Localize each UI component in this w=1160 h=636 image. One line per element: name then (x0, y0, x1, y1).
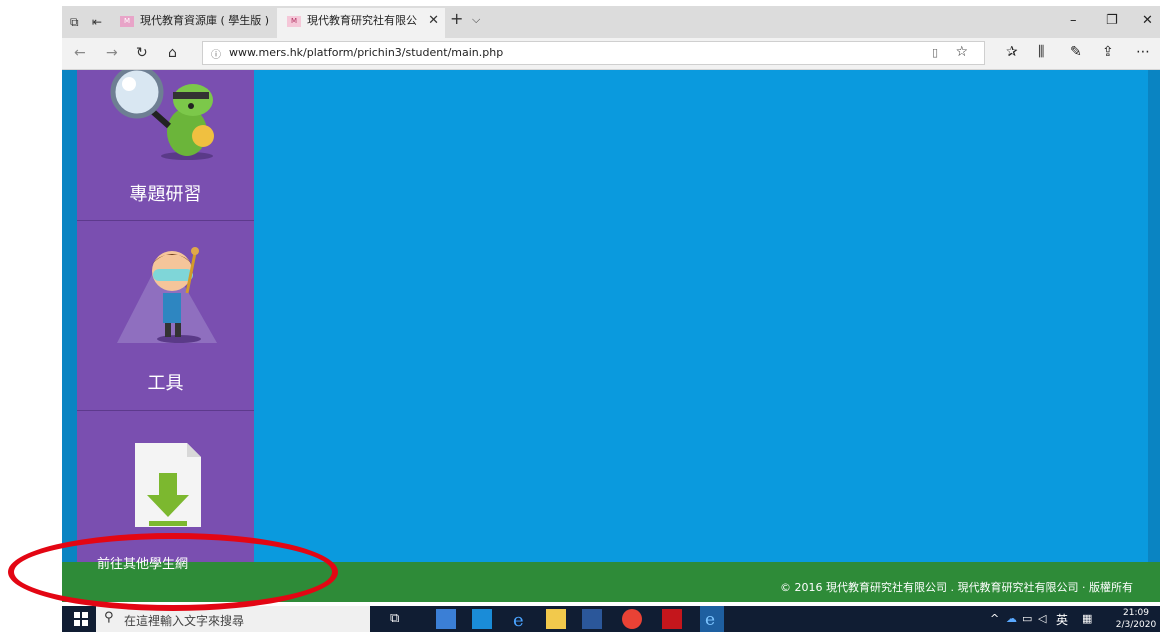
search-icon: ⚲ (104, 610, 114, 625)
tab-title: 現代教育研究社有限公 (307, 14, 417, 27)
magnifier-turtle-icon (110, 70, 214, 160)
browser-window: ⧉ ⇤ M 現代教育資源庫 ( 學生版 ) M 現代教育研究社有限公 ✕ + ⌵… (62, 6, 1160, 602)
ime-mode-icon[interactable]: ▦ (1082, 612, 1092, 625)
taskbar-app-chrome-icon[interactable] (622, 609, 642, 629)
clock-time: 21:09 (1123, 608, 1149, 618)
set-aside-tabs-icon[interactable]: ⇤ (92, 15, 102, 29)
favorites-list-icon[interactable]: ✰ (1006, 44, 1018, 60)
red-circle-annotation (8, 533, 338, 611)
tab-mers-active[interactable]: M 現代教育研究社有限公 ✕ (277, 8, 445, 38)
sidebar-item-tools[interactable]: 工具 (77, 221, 254, 411)
reading-list-icon[interactable]: ⫼ (1038, 44, 1044, 60)
minimize-icon[interactable]: – (1070, 13, 1077, 28)
tab-bar: ⧉ ⇤ M 現代教育資源庫 ( 學生版 ) M 現代教育研究社有限公 ✕ + ⌵… (62, 6, 1160, 38)
system-clock[interactable]: 21:09 2/3/2020 (1114, 606, 1158, 631)
site-info-icon[interactable]: ⓘ (211, 46, 221, 61)
close-window-icon[interactable]: ✕ (1142, 13, 1153, 28)
taskbar-app-acrobat-icon[interactable] (662, 609, 682, 629)
url-text: www.mers.hk/platform/prichin3/student/ma… (229, 46, 504, 59)
onedrive-icon[interactable]: ☁ (1006, 612, 1017, 625)
forward-icon[interactable]: → (106, 45, 118, 61)
svg-text:e: e (513, 610, 524, 629)
taskbar-app-store-icon[interactable] (472, 609, 492, 629)
tray-overflow-icon[interactable]: ^ (990, 612, 999, 625)
tab-resource-library[interactable]: M 現代教育資源庫 ( 學生版 ) (110, 8, 274, 38)
pen-notes-icon[interactable]: ✎ (1070, 44, 1082, 60)
search-placeholder: 在這裡輸入文字來搜尋 (124, 614, 245, 628)
taskbar-app-explorer-icon[interactable] (546, 609, 566, 629)
tab-dropdown-icon[interactable]: ⌵ (472, 13, 480, 27)
network-icon[interactable]: ▭ (1022, 612, 1032, 625)
share-icon[interactable]: ⇪ (1102, 44, 1114, 60)
tab-title: 現代教育資源庫 ( 學生版 ) (140, 14, 270, 27)
ime-indicator[interactable]: 英 (1056, 611, 1068, 628)
page-scrollbar[interactable] (1148, 70, 1160, 562)
sidebar-item-label: 工具 (147, 373, 184, 394)
windows-taskbar: ⚲ 在這裡輸入文字來搜尋 ⧉ e e ^ ☁ ▭ ◁ 英 ▦ 21:09 2/3… (62, 606, 1160, 632)
screen: ⧉ ⇤ M 現代教育資源庫 ( 學生版 ) M 現代教育研究社有限公 ✕ + ⌵… (0, 0, 1160, 632)
task-view-icon[interactable]: ⧉ (390, 611, 399, 626)
tab-preview-icon[interactable]: ⧉ (70, 15, 79, 29)
back-icon[interactable]: ← (74, 45, 86, 61)
favorite-star-icon[interactable]: ☆ (955, 44, 968, 60)
restore-icon[interactable]: ❐ (1106, 13, 1118, 28)
sidebar-item-project-study[interactable]: 專題研習 (77, 70, 254, 221)
windows-start-icon[interactable] (74, 612, 88, 626)
sidebar-menu: 專題研習 工具 (77, 70, 254, 562)
address-bar: ← → ↻ ⌂ ⓘ www.mers.hk/platform/prichin3/… (62, 38, 1160, 70)
volume-icon[interactable]: ◁ (1038, 612, 1046, 625)
taskbar-app-word-icon[interactable] (582, 609, 602, 629)
taskbar-app-edge-icon[interactable]: e (700, 606, 724, 632)
copyright-text: © 2016 現代教育研究社有限公司 . 現代教育研究社有限公司 · 版權所有 (780, 581, 1133, 594)
new-tab-icon[interactable]: + (450, 11, 463, 27)
boy-with-goggles-icon (117, 247, 217, 343)
clock-date: 2/3/2020 (1115, 620, 1157, 630)
web-page: 專題研習 工具 © 2016 現代教育研究社有限公司 . 現代教育研究社有限公司… (62, 70, 1160, 602)
page-left-edge (62, 70, 77, 562)
home-icon[interactable]: ⌂ (168, 45, 177, 61)
url-field[interactable]: ⓘ www.mers.hk/platform/prichin3/student/… (202, 41, 985, 65)
close-tab-icon[interactable]: ✕ (428, 8, 439, 34)
reading-view-icon[interactable]: ▯ (932, 46, 938, 59)
refresh-icon[interactable]: ↻ (136, 45, 148, 61)
sidebar-item-label: 專題研習 (129, 184, 202, 205)
more-menu-icon[interactable]: ⋯ (1136, 44, 1150, 60)
site-favicon-icon: M (120, 16, 134, 27)
svg-text:e: e (705, 610, 715, 630)
site-favicon-icon: M (287, 16, 301, 27)
download-document-icon (135, 443, 201, 527)
taskbar-app-notes-icon[interactable] (436, 609, 456, 629)
taskbar-app-ie-icon[interactable]: e (510, 609, 530, 631)
